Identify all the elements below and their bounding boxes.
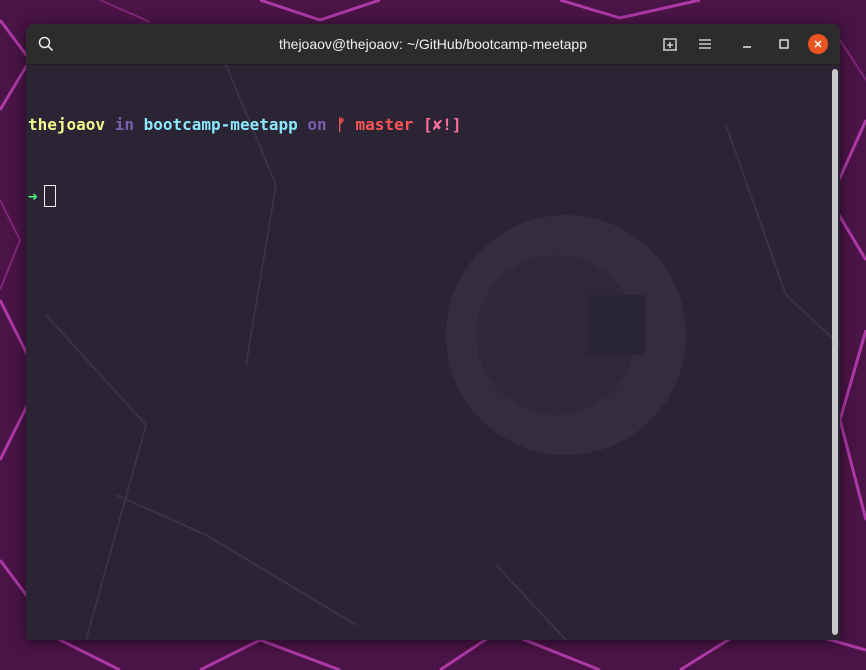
text-cursor	[43, 185, 56, 207]
prompt-directory: bootcamp-meetapp	[143, 115, 298, 134]
new-tab-button[interactable]	[658, 32, 682, 56]
terminal-window: thejoaov@thejoaov: ~/GitHub/bootcamp-mee…	[26, 24, 840, 640]
scrollbar[interactable]	[832, 69, 838, 635]
prompt-branch: master	[355, 115, 414, 134]
close-icon	[813, 39, 823, 49]
prompt-on-word: on	[307, 115, 327, 134]
git-branch-icon: ᚠ	[336, 115, 346, 134]
prompt-git-status: [✘!]	[422, 115, 462, 134]
prompt-user: thejoaov	[28, 115, 106, 134]
search-icon	[38, 36, 54, 52]
input-line[interactable]: ➜	[28, 185, 462, 209]
maximize-icon	[778, 38, 790, 50]
terminal-output: thejoaov in bootcamp-meetapp on ᚠ master…	[28, 65, 462, 257]
titlebar: thejoaov@thejoaov: ~/GitHub/bootcamp-mee…	[26, 24, 840, 65]
close-button[interactable]	[808, 34, 828, 54]
new-tab-icon	[662, 36, 678, 52]
search-button[interactable]	[34, 32, 58, 56]
maximize-button[interactable]	[772, 32, 796, 56]
minimize-button[interactable]	[735, 32, 759, 56]
minimize-icon	[741, 38, 753, 50]
hamburger-menu-icon	[698, 38, 712, 50]
terminal-area[interactable]: thejoaov in bootcamp-meetapp on ᚠ master…	[26, 65, 840, 640]
prompt-in-word: in	[114, 115, 134, 134]
prompt-line: thejoaov in bootcamp-meetapp on ᚠ master…	[28, 113, 462, 137]
window-title: thejoaov@thejoaov: ~/GitHub/bootcamp-mee…	[278, 36, 587, 52]
prompt-arrow-icon: ➜	[28, 187, 38, 206]
menu-button[interactable]	[693, 32, 717, 56]
